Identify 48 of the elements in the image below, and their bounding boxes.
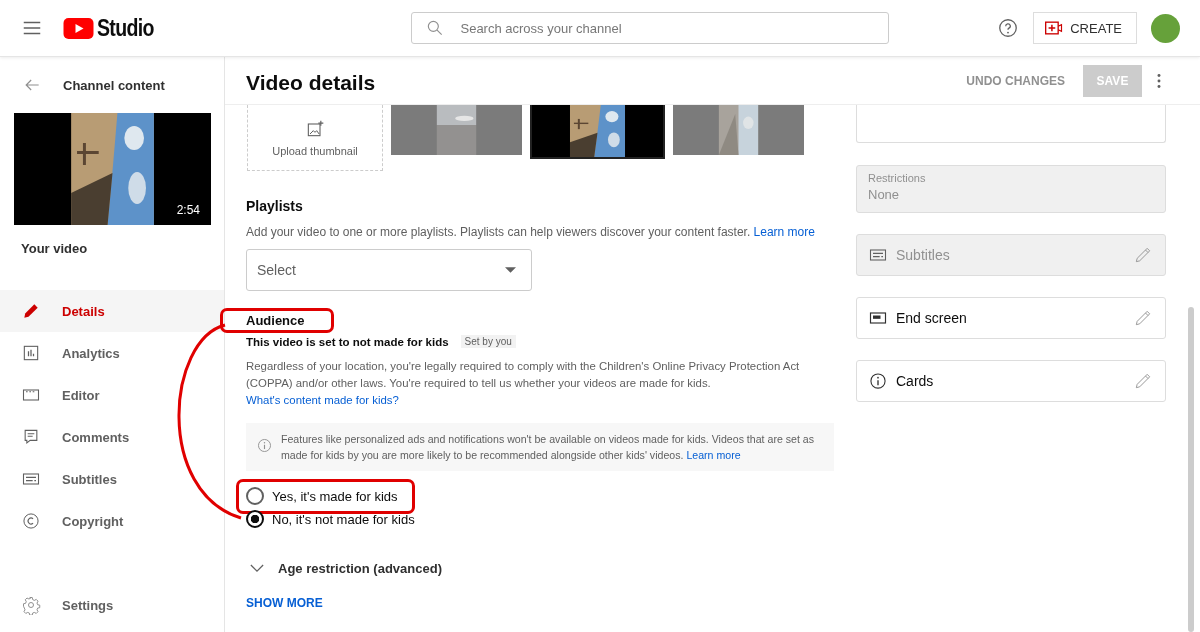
duration-text: 2:54 bbox=[176, 203, 200, 217]
dropdown-caret-icon bbox=[505, 267, 516, 273]
field-label: Restrictions bbox=[868, 172, 927, 184]
section-heading: Playlists bbox=[246, 198, 304, 214]
bar-chart-icon bbox=[21, 343, 41, 363]
sidebar-item[interactable]: Analytics bbox=[0, 332, 224, 374]
image-add-icon bbox=[305, 118, 325, 139]
editor-field[interactable]: End screen bbox=[856, 297, 1166, 339]
sidebar-item[interactable]: Comments bbox=[0, 416, 224, 458]
radio-button[interactable] bbox=[246, 510, 264, 528]
section-heading: Audience bbox=[220, 308, 334, 333]
page-title: Video details bbox=[246, 70, 377, 95]
notice-text: Features like personalized ads and notifications won't be available on videos made for kids. Videos that are set as made for kids by you are more likely to be recommended alongside other kids' videos. Learn more bbox=[281, 432, 815, 463]
sidebar-item[interactable]: Editor bbox=[0, 374, 224, 416]
help-icon[interactable] bbox=[997, 17, 1020, 39]
section-description: Add your video to one or more playlists. Playlists can help viewers discover your content faster. Learn more bbox=[246, 224, 816, 241]
video-label: Your video bbox=[21, 241, 89, 256]
play-logo-icon bbox=[63, 17, 94, 39]
settings-icon bbox=[21, 595, 41, 615]
learn-more-link[interactable]: Learn more bbox=[753, 225, 815, 239]
chevron-icon bbox=[250, 564, 264, 573]
help-link[interactable]: What's content made for kids? bbox=[246, 394, 399, 406]
info-icon bbox=[868, 371, 888, 391]
pencil-icon bbox=[21, 301, 41, 321]
create-button[interactable]: CREATE bbox=[1033, 12, 1137, 44]
status-text: This video is set to not made for kids bbox=[246, 335, 449, 348]
section-description: Regardless of your location, you're legally required to comply with the Children's Online Privacy Protection Act (COPPA) and/or other laws. You're required to tell us whether your videos are made for kids. What's content made for kids? bbox=[246, 359, 801, 408]
copyright-icon bbox=[21, 511, 41, 531]
avatar[interactable] bbox=[1151, 13, 1180, 43]
learn-more-link[interactable]: Learn more bbox=[686, 449, 741, 461]
radio-option[interactable]: Yes, it's made for kids bbox=[236, 479, 415, 514]
back-label: Channel content bbox=[63, 77, 165, 93]
sidebar-item[interactable]: Details bbox=[0, 290, 224, 332]
playlist-dropdown[interactable]: Select bbox=[246, 249, 532, 291]
field-value: None bbox=[868, 187, 901, 202]
radio-button[interactable] bbox=[246, 487, 264, 505]
age-restriction-toggle[interactable]: Age restriction (advanced) bbox=[246, 561, 836, 576]
upload-thumbnail-button[interactable]: Upload thumbnail bbox=[247, 105, 383, 171]
info-icon bbox=[256, 437, 273, 454]
search-field[interactable]: Search across your channel bbox=[411, 12, 890, 44]
editor-field[interactable]: Cards bbox=[856, 360, 1166, 402]
sidebar-item[interactable]: Subtitles bbox=[0, 458, 224, 500]
visibility-field[interactable] bbox=[856, 105, 1166, 143]
logo-text: Studio bbox=[97, 14, 154, 42]
sidebar-item[interactable]: Settings bbox=[0, 584, 224, 626]
show-more-link[interactable]: SHOW MORE bbox=[246, 596, 323, 610]
sidebar-item[interactable]: Copyright bbox=[0, 500, 224, 542]
status-badge: Set by you bbox=[460, 335, 516, 348]
